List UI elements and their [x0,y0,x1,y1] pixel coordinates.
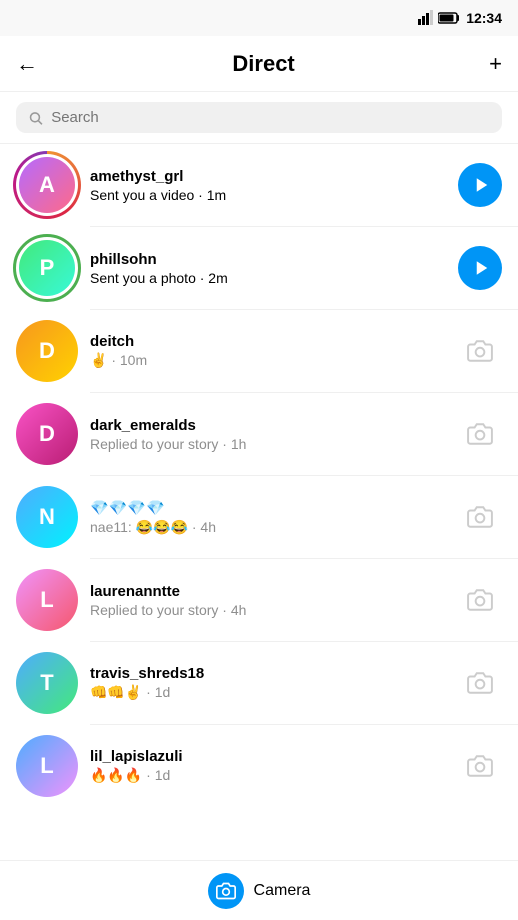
avatar: N [16,486,78,548]
avatar: D [16,403,78,465]
message-item[interactable]: Aamethyst_grl Sent you a video · 1m [0,144,518,226]
message-action[interactable] [458,412,502,456]
message-username: deitch [90,333,446,350]
message-action[interactable] [458,495,502,539]
message-action[interactable] [458,163,502,207]
message-content: travis_shreds18 👊👊✌️ · 1d [90,665,446,701]
search-input-wrap[interactable] [16,102,502,133]
battery-icon [438,12,460,24]
message-username: dark_emeralds [90,417,446,434]
message-item[interactable]: Ttravis_shreds18 👊👊✌️ · 1d [0,642,518,724]
message-content: phillsohn Sent you a photo · 2m [90,251,446,286]
message-preview: Replied to your story · 4h [90,602,446,618]
avatar: D [16,320,78,382]
message-preview: Sent you a video · 1m [90,187,446,203]
message-action[interactable] [458,329,502,373]
avatar: T [16,652,78,714]
message-item[interactable]: Llaurenanntte Replied to your story · 4h [0,559,518,641]
camera-dm-button[interactable] [458,329,502,373]
camera-dm-button[interactable] [458,578,502,622]
status-bar: 12:34 [0,0,518,36]
message-action[interactable] [458,246,502,290]
message-preview: Replied to your story · 1h [90,436,446,452]
header: ← Direct + [0,36,518,92]
camera-dm-button[interactable] [458,744,502,788]
avatar: L [16,735,78,797]
search-icon [28,110,43,126]
signal-icon [417,10,433,26]
avatar: A [16,154,78,216]
bottom-camera-bar[interactable]: Camera [0,860,518,920]
message-item[interactable]: Ddeitch ✌️ · 10m [0,310,518,392]
message-item[interactable]: Ddark_emeralds Replied to your story · 1h [0,393,518,475]
back-button[interactable]: ← [16,51,38,77]
camera-label: Camera [254,882,311,900]
message-item[interactable]: N 💎💎💎💎 nae11: 😂😂😂 · 4h [0,476,518,558]
message-preview: nae11: 😂😂😂 · 4h [90,519,446,536]
message-content: laurenanntte Replied to your story · 4h [90,583,446,618]
message-username: phillsohn [90,251,446,268]
message-item[interactable]: Llil_lapislazuli 🔥🔥🔥 · 1d [0,725,518,807]
message-preview: Sent you a photo · 2m [90,270,446,286]
message-username: laurenanntte [90,583,446,600]
status-bar-time: 12:34 [466,10,502,26]
message-content: 💎💎💎💎 nae11: 😂😂😂 · 4h [90,499,446,536]
camera-circle-icon [208,873,244,909]
message-item[interactable]: Pphillsohn Sent you a photo · 2m [0,227,518,309]
avatar: L [16,569,78,631]
new-message-button[interactable]: + [489,51,502,77]
play-button[interactable] [458,163,502,207]
message-username: amethyst_grl [90,168,446,185]
message-username: travis_shreds18 [90,665,446,682]
message-preview: ✌️ · 10m [90,352,446,369]
camera-dm-button[interactable] [458,495,502,539]
message-action[interactable] [458,661,502,705]
message-username: lil_lapislazuli [90,748,446,765]
play-button[interactable] [458,246,502,290]
message-content: lil_lapislazuli 🔥🔥🔥 · 1d [90,748,446,784]
message-content: deitch ✌️ · 10m [90,333,446,369]
search-input[interactable] [51,109,490,126]
message-action[interactable] [458,578,502,622]
message-content: dark_emeralds Replied to your story · 1h [90,417,446,452]
page-title: Direct [232,51,294,77]
camera-icon [216,881,236,901]
message-action[interactable] [458,744,502,788]
message-list: Aamethyst_grl Sent you a video · 1m Pphil… [0,144,518,807]
search-bar [0,92,518,144]
message-username: 💎💎💎💎 [90,499,446,517]
status-icons [417,10,460,26]
message-preview: 🔥🔥🔥 · 1d [90,767,446,784]
camera-dm-button[interactable] [458,661,502,705]
camera-dm-button[interactable] [458,412,502,456]
avatar: P [16,237,78,299]
message-preview: 👊👊✌️ · 1d [90,684,446,701]
message-content: amethyst_grl Sent you a video · 1m [90,168,446,203]
